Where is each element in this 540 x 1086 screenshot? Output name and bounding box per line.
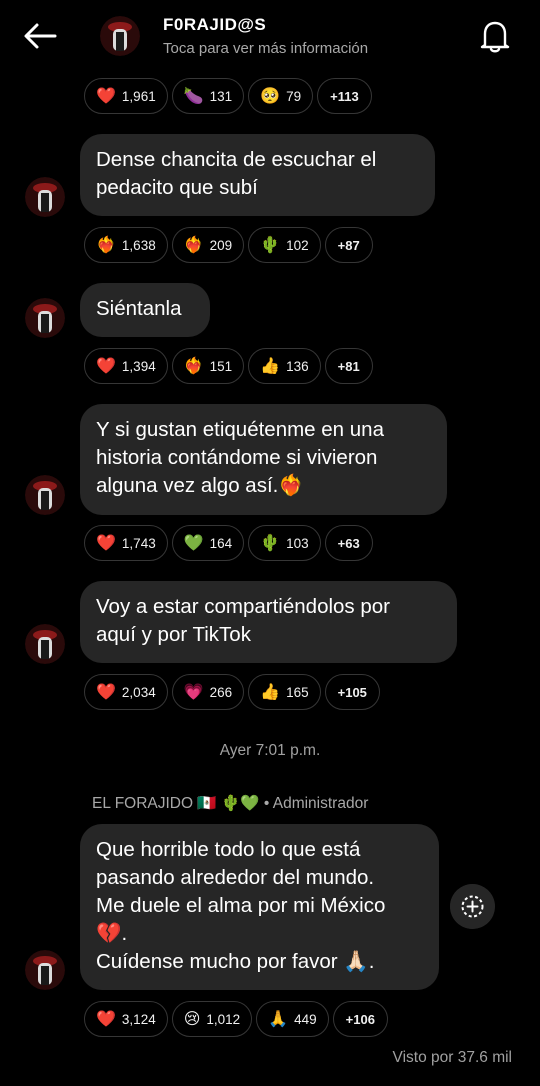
message-bubble[interactable]: Dense chancita de escuchar el pedacito q… (80, 134, 435, 216)
reaction-count: 136 (286, 358, 309, 374)
reaction-bar: ❤️ 2,034 💗 266 👍 165 +105 (84, 674, 380, 712)
reaction-pill[interactable]: 🌵 103 (248, 525, 321, 561)
reaction-emoji-icon: 🌵 (260, 235, 281, 254)
sender-line: EL FORAJIDO 🇲🇽 🌵💚 • Administrador (92, 795, 369, 812)
seen-count: Visto por 37.6 mil (392, 1049, 512, 1066)
reaction-count: 165 (286, 684, 309, 700)
reaction-pill[interactable]: ❤️ 2,034 (84, 674, 168, 710)
reaction-emoji-icon: ❤️ (96, 533, 116, 552)
channel-avatar[interactable] (100, 16, 140, 56)
reaction-bar: ❤️ 1,961 🍆 131 🥺 79 +113 (84, 78, 372, 116)
message-bubble[interactable]: Siéntanla (80, 283, 210, 337)
message-bubble[interactable]: Que horrible todo lo que está pasando al… (80, 824, 439, 990)
avatar[interactable] (25, 624, 65, 664)
reaction-pill[interactable]: ❤️‍🔥 1,638 (84, 227, 168, 263)
reaction-pill[interactable]: 💗 266 (171, 674, 245, 710)
reaction-pill[interactable]: 🍆 131 (171, 78, 245, 114)
reaction-emoji-icon: 😢 (183, 1009, 201, 1028)
more-reactions-pill[interactable]: +113 (317, 78, 372, 114)
reaction-pill[interactable]: 🙏 449 (256, 1001, 329, 1037)
more-reactions-pill[interactable]: +105 (324, 674, 380, 710)
reaction-count: 1,638 (121, 237, 156, 253)
reaction-bar: ❤️ 1,743 💚 164 🌵 103 +63 (84, 525, 373, 563)
bell-icon[interactable] (478, 18, 512, 54)
reaction-pill[interactable]: ❤️ 1,394 (84, 348, 168, 384)
reaction-count: 151 (209, 358, 233, 374)
more-reactions-pill[interactable]: +106 (332, 1001, 388, 1037)
reaction-bar: ❤️‍🔥 1,638 ❤️‍🔥 209 🌵 102 +87 (84, 227, 373, 265)
message-bubble[interactable]: Voy a estar compartiéndolos por aquí y p… (80, 581, 457, 663)
reaction-emoji-icon: 💗 (183, 682, 204, 701)
reaction-pill[interactable]: 👍 165 (248, 674, 321, 710)
more-reactions-pill[interactable]: +63 (324, 525, 373, 561)
reaction-emoji-icon: 🌵 (260, 533, 281, 552)
reaction-emoji-icon: 💚 (183, 533, 204, 552)
back-arrow-icon[interactable] (22, 20, 58, 52)
reaction-pill[interactable]: ❤️ 3,124 (84, 1001, 168, 1037)
reaction-pill[interactable]: 👍 136 (248, 348, 321, 384)
reaction-emoji-icon: 🙏 (268, 1009, 289, 1028)
reaction-pill[interactable]: ❤️ 1,743 (84, 525, 168, 561)
reaction-emoji-icon: ❤️ (96, 1009, 116, 1028)
reaction-count: 3,124 (121, 1011, 156, 1027)
more-reactions-pill[interactable]: +87 (324, 227, 373, 263)
reaction-emoji-icon: ❤️‍🔥 (96, 235, 116, 254)
reaction-emoji-icon: ❤️ (96, 86, 116, 105)
reaction-emoji-icon: 👍 (260, 356, 281, 375)
reaction-pill[interactable]: 😢 1,012 (171, 1001, 253, 1037)
reaction-emoji-icon: ❤️ (96, 682, 116, 701)
chat-header: F0RAJID@S Toca para ver más información (0, 0, 540, 74)
reaction-count: 102 (286, 237, 309, 253)
reaction-emoji-icon: ❤️‍🔥 (183, 235, 204, 254)
reaction-count: 79 (286, 88, 302, 104)
reaction-count: 131 (209, 88, 233, 104)
reaction-count: 1,961 (121, 88, 156, 104)
reaction-pill[interactable]: ❤️ 1,961 (84, 78, 168, 114)
reaction-pill[interactable]: ❤️‍🔥 209 (171, 227, 245, 263)
reaction-count: 1,743 (121, 535, 156, 551)
avatar[interactable] (25, 298, 65, 338)
reaction-bar: ❤️ 1,394 ❤️‍🔥 151 👍 136 +81 (84, 348, 373, 386)
avatar[interactable] (25, 475, 65, 515)
reaction-count: 209 (209, 237, 233, 253)
message-bubble[interactable]: Y si gustan etiquétenme en una historia … (80, 404, 447, 515)
reaction-pill[interactable]: ❤️‍🔥 151 (171, 348, 245, 384)
reaction-count: 449 (294, 1011, 317, 1027)
reaction-count: 1,394 (121, 358, 156, 374)
channel-subtitle[interactable]: Toca para ver más información (163, 40, 368, 57)
reaction-emoji-icon: 🥺 (260, 86, 281, 105)
timestamp: Ayer 7:01 p.m. (219, 742, 321, 759)
avatar[interactable] (25, 177, 65, 217)
reaction-pill[interactable]: 💚 164 (171, 525, 245, 561)
reaction-bar: ❤️ 3,124 😢 1,012 🙏 449 +106 (84, 1001, 388, 1039)
reaction-count: 1,012 (206, 1011, 241, 1027)
reaction-count: 164 (209, 535, 233, 551)
reaction-emoji-icon: ❤️‍🔥 (183, 356, 204, 375)
reaction-emoji-icon: 🍆 (183, 86, 204, 105)
reaction-pill[interactable]: 🥺 79 (248, 78, 314, 114)
reaction-pill[interactable]: 🌵 102 (248, 227, 321, 263)
reaction-count: 2,034 (121, 684, 156, 700)
more-reactions-pill[interactable]: +81 (324, 348, 373, 384)
reaction-count: 103 (286, 535, 309, 551)
avatar[interactable] (25, 950, 65, 990)
reaction-count: 266 (209, 684, 233, 700)
channel-title[interactable]: F0RAJID@S (163, 15, 266, 35)
reaction-emoji-icon: 👍 (260, 682, 281, 701)
share-to-story-icon[interactable] (450, 884, 495, 929)
reaction-emoji-icon: ❤️ (96, 356, 116, 375)
